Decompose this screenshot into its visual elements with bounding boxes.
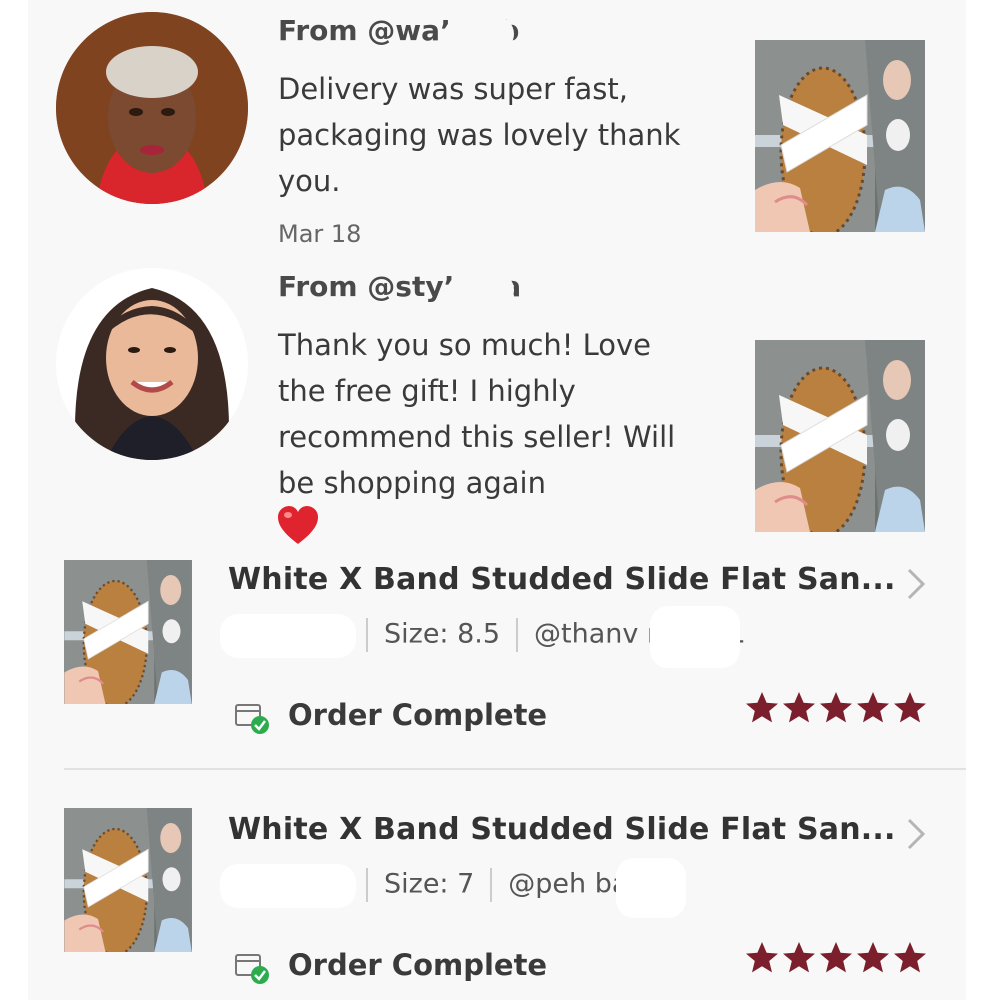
avatar-photo: [56, 12, 248, 204]
order-status: Order Complete: [234, 948, 547, 985]
redaction: [220, 864, 356, 908]
sandal-image: [64, 560, 192, 704]
review-photo[interactable]: [755, 40, 925, 232]
rating-stars: [746, 692, 926, 723]
product-title[interactable]: White X Band Studded Slide Flat San...: [228, 812, 896, 847]
sandal-image: [755, 340, 925, 532]
order-status: Order Complete: [234, 698, 547, 735]
heart-icon: [278, 506, 318, 544]
review-date: Mar 18: [278, 220, 362, 248]
redaction: [452, 272, 514, 308]
rating-stars: [746, 942, 926, 973]
review-text: Delivery was super fast, packaging was l…: [278, 72, 681, 198]
package-check-icon: [235, 704, 269, 734]
order-status-label: Order Complete: [288, 948, 548, 982]
divider: [64, 768, 966, 770]
product-thumbnail[interactable]: [64, 560, 192, 704]
redaction: [650, 606, 740, 668]
order-status-label: Order Complete: [288, 698, 548, 732]
order-size: Size: 7: [384, 868, 475, 900]
chevron-right-icon[interactable]: [904, 816, 928, 852]
redaction: [220, 614, 356, 658]
reviewer-avatar[interactable]: [56, 12, 248, 204]
review-photo[interactable]: [755, 340, 925, 532]
product-title[interactable]: White X Band Studded Slide Flat San...: [228, 562, 896, 597]
chevron-right-icon[interactable]: [904, 566, 928, 602]
redaction: [616, 858, 686, 918]
package-check-icon: [235, 954, 269, 984]
redaction: [454, 16, 514, 52]
product-thumbnail[interactable]: [64, 808, 192, 952]
sandal-image: [755, 40, 925, 232]
reviewer-avatar[interactable]: [56, 268, 248, 460]
reviews-panel: From @wa’ abb Delivery was super fast, p…: [28, 0, 966, 1000]
sandal-image: [64, 808, 192, 952]
order-size: Size: 8.5: [384, 618, 501, 650]
review-text: Thank you so much! Love the free gift! I…: [278, 328, 676, 500]
avatar-photo: [56, 268, 248, 460]
